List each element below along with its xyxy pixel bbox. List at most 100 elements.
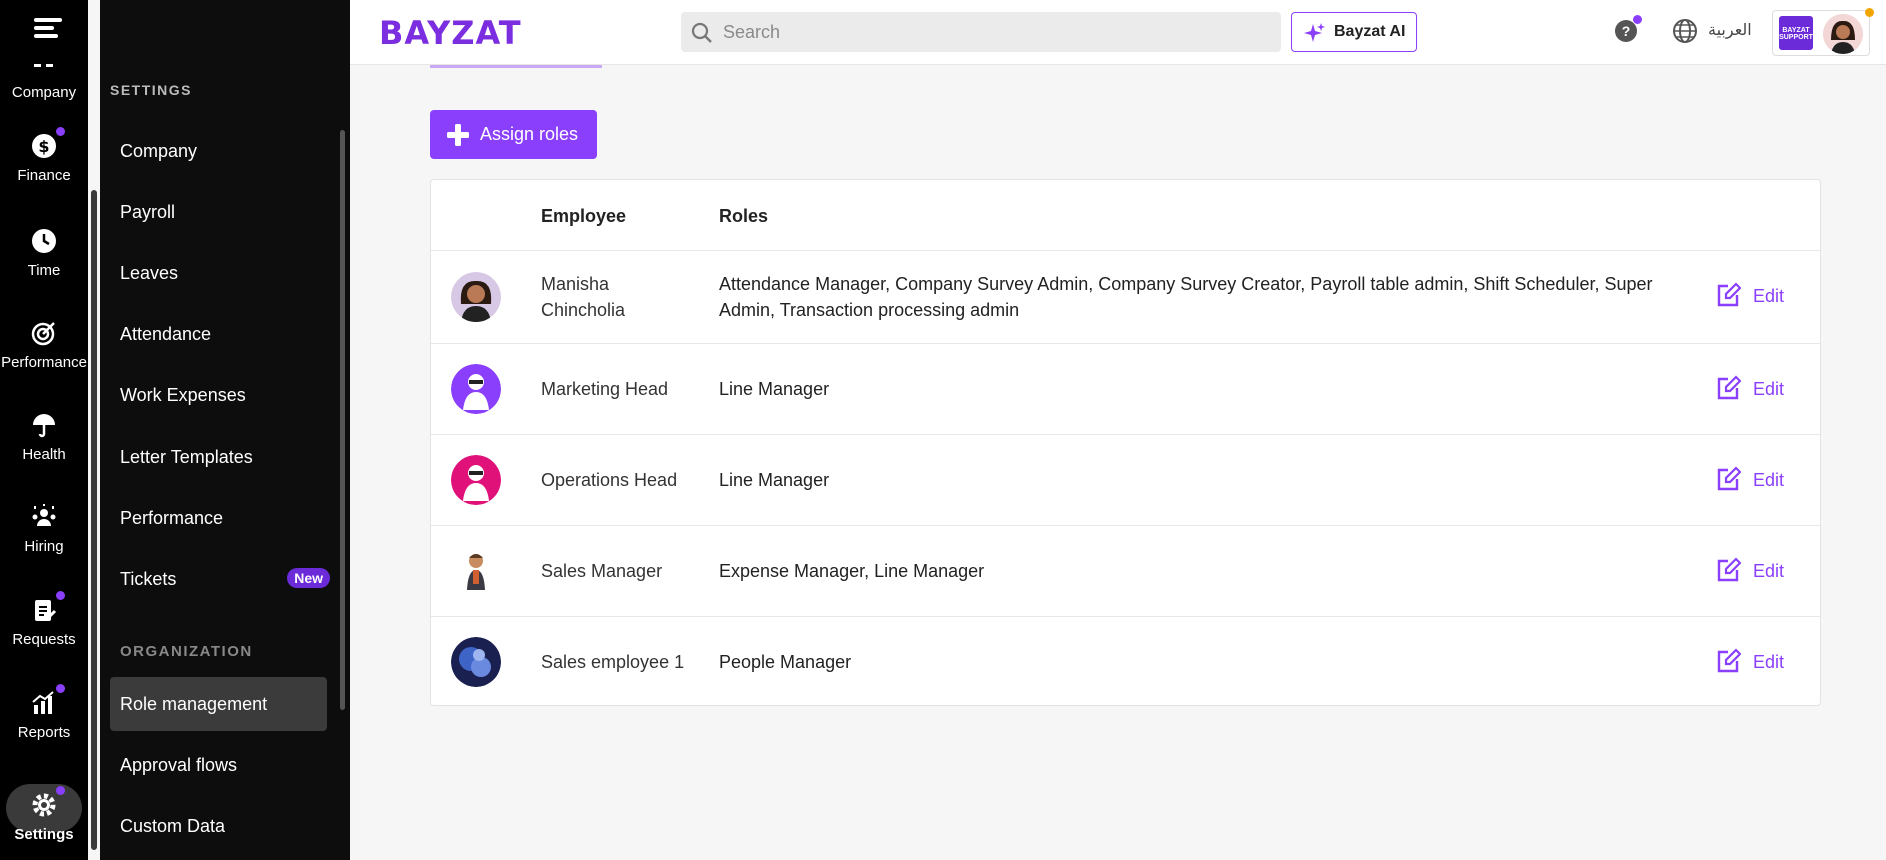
language-switch[interactable]: العربية [1708, 20, 1752, 39]
rail-item-label: Hiring [24, 538, 64, 555]
notification-dot [1865, 8, 1874, 17]
employee-roles: Line Manager [719, 379, 830, 399]
rail-item-label: Reports [17, 724, 71, 741]
edit-label: Edit [1753, 286, 1785, 306]
avatar [451, 546, 501, 596]
edit-icon [1717, 557, 1741, 582]
settings-item-role-management[interactable]: Role management [110, 677, 327, 731]
menu-logo-icon[interactable] [34, 18, 62, 48]
rail-item-label: Company [11, 84, 77, 101]
clipboard-icon [29, 591, 65, 625]
plus-icon [447, 124, 469, 146]
rail-item-label: Finance [17, 167, 71, 184]
employee-name: Sales Manager [541, 561, 663, 581]
employee-name: Manisha Chincholia [541, 274, 626, 320]
avatar [451, 364, 501, 414]
edit-button[interactable]: Edit [1715, 375, 1795, 403]
assign-roles-button[interactable]: Assign roles [430, 110, 597, 159]
profile-menu[interactable]: BAYZAT SUPPORT [1772, 8, 1874, 56]
edit-button[interactable]: Edit [1715, 466, 1795, 494]
top-bar: BAYZAT Search Bayzat AI ? العربية BAYZAT… [350, 0, 1886, 65]
table-row: Sales employee 1 People Manager Edit [431, 616, 1820, 706]
avatar [451, 455, 501, 505]
edit-label: Edit [1753, 470, 1785, 490]
gear-icon [29, 786, 65, 820]
dollar-icon: $ [29, 127, 65, 161]
rail-item-company[interactable]: Company [0, 60, 88, 101]
search-icon [691, 22, 712, 43]
settings-item-performance[interactable]: Performance [120, 508, 330, 529]
settings-item-tickets[interactable]: Tickets New [120, 568, 330, 590]
search-input[interactable]: Search [681, 12, 1281, 52]
rail-item-label: Time [27, 262, 61, 279]
settings-item-custom-data[interactable]: Custom Data [120, 816, 330, 837]
new-badge: New [287, 568, 330, 588]
settings-item-label: Tickets [120, 569, 177, 589]
employee-roles: People Manager [719, 652, 852, 672]
umbrella-icon [29, 410, 59, 440]
search-placeholder: Search [723, 22, 781, 42]
rail-item-hiring[interactable]: Hiring [0, 502, 88, 555]
rail-item-label: Settings [14, 826, 74, 843]
edit-label: Edit [1753, 652, 1785, 672]
table-row: Marketing Head Line Manager Edit [431, 343, 1820, 434]
people-icon [29, 502, 59, 532]
settings-panel: SETTINGS Company Payroll Leaves Attendan… [100, 0, 350, 860]
edit-button[interactable]: Edit [1715, 282, 1795, 310]
settings-heading: SETTINGS [110, 82, 193, 98]
globe-icon[interactable] [1672, 18, 1698, 44]
table-row: Sales Manager Expense Manager, Line Mana… [431, 525, 1820, 616]
avatar [1823, 14, 1863, 54]
employee-roles: Line Manager [719, 470, 830, 490]
clock-icon [29, 226, 59, 256]
table-row: Manisha Chincholia Attendance Manager, C… [431, 250, 1820, 343]
settings-item-leaves[interactable]: Leaves [120, 263, 330, 284]
rail-item-settings[interactable]: Settings [0, 786, 88, 843]
settings-item-work-expenses[interactable]: Work Expenses [120, 385, 330, 406]
settings-item-attendance[interactable]: Attendance [120, 324, 330, 345]
rail-scrollbar[interactable] [91, 190, 97, 850]
edit-label: Edit [1753, 561, 1785, 581]
employee-name: Sales employee 1 [541, 652, 685, 672]
rail-item-label: Health [22, 446, 66, 463]
notification-dot [56, 684, 65, 693]
chart-icon [29, 684, 65, 718]
settings-item-approval-flows[interactable]: Approval flows [120, 755, 330, 776]
edit-icon [1717, 466, 1741, 491]
employee-roles: Expense Manager, Line Manager [719, 561, 985, 581]
brand-logo[interactable]: BAYZAT [379, 14, 522, 52]
assign-roles-label: Assign roles [480, 124, 579, 144]
settings-item-company[interactable]: Company [120, 141, 330, 162]
edit-button[interactable]: Edit [1715, 648, 1795, 676]
bayzat-ai-button[interactable]: Bayzat AI [1291, 12, 1417, 52]
edit-button[interactable]: Edit [1715, 557, 1795, 585]
rail-item-finance[interactable]: $ Finance [0, 127, 88, 184]
ai-label: Bayzat AI [1334, 23, 1406, 40]
rail-item-label: Requests [12, 631, 76, 648]
tab-indicator [430, 65, 602, 68]
notification-dot [56, 591, 65, 600]
employee-name: Operations Head [541, 470, 678, 490]
employee-name: Marketing Head [541, 379, 669, 399]
panel-scrollbar[interactable] [340, 130, 345, 710]
notification-dot [1633, 15, 1642, 24]
organization-heading: ORGANIZATION [120, 643, 253, 660]
rail-item-performance[interactable]: Performance [0, 318, 88, 371]
column-header-roles: Roles [719, 206, 769, 226]
company-logo: BAYZAT SUPPORT [1779, 16, 1813, 50]
avatar [451, 637, 501, 687]
icon-rail: Company $ Finance Time Performance Healt… [0, 0, 88, 860]
rail-item-requests[interactable]: Requests [0, 591, 88, 648]
rail-item-health[interactable]: Health [0, 410, 88, 463]
settings-item-payroll[interactable]: Payroll [120, 202, 330, 223]
edit-label: Edit [1753, 379, 1785, 399]
edit-icon [1717, 648, 1741, 673]
notification-dot [56, 127, 65, 136]
rail-item-reports[interactable]: Reports [0, 684, 88, 741]
svg-text:$: $ [38, 137, 49, 156]
settings-item-letter-templates[interactable]: Letter Templates [120, 447, 330, 468]
help-icon[interactable]: ? [1615, 20, 1637, 42]
edit-icon [1717, 282, 1741, 307]
rail-item-time[interactable]: Time [0, 226, 88, 279]
avatar [451, 272, 501, 322]
